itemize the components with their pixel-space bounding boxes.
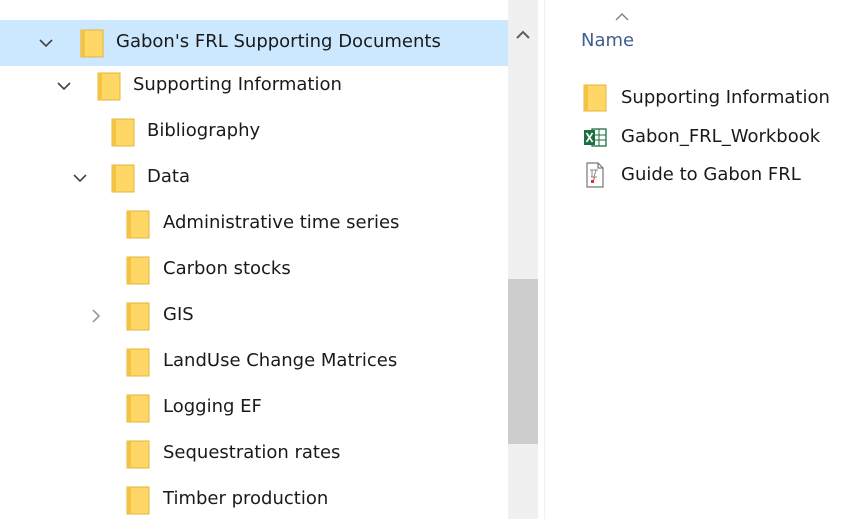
folder-icon xyxy=(111,118,135,147)
scroll-up-arrow-icon[interactable] xyxy=(508,20,538,50)
tree-item-carbon-stocks[interactable]: Carbon stocks xyxy=(0,247,508,293)
folder-icon xyxy=(97,72,121,101)
scrollbar-thumb[interactable] xyxy=(508,279,538,444)
tree-item-sequestration-rates[interactable]: Sequestration rates xyxy=(0,431,508,477)
tree-item-gis[interactable]: GIS xyxy=(0,293,508,339)
file-item-gabon-frl-workbook[interactable]: Gabon_FRL_Workbook xyxy=(545,117,861,157)
tree-item-gabons-frl-supporting-documents[interactable]: Gabon's FRL Supporting Documents xyxy=(0,20,508,66)
chevron-right-icon[interactable] xyxy=(86,306,106,326)
tree-item-administrative-time-series[interactable]: Administrative time series xyxy=(0,201,508,247)
tree-item-timber-production[interactable]: Timber production xyxy=(0,477,508,519)
sort-ascending-icon xyxy=(615,13,629,21)
tree-item-logging-ef[interactable]: Logging EF xyxy=(0,385,508,431)
column-header-name[interactable]: Name xyxy=(581,30,634,51)
folder-icon xyxy=(126,486,150,515)
file-item-supporting-information[interactable]: Supporting Information xyxy=(545,78,861,118)
chevron-down-icon[interactable] xyxy=(36,33,56,53)
folder-icon xyxy=(111,164,135,193)
file-item-label: Gabon_FRL_Workbook xyxy=(621,126,821,147)
tree-item-label: GIS xyxy=(163,304,194,325)
tree-item-label: Logging EF xyxy=(163,396,262,417)
folder-icon xyxy=(126,440,150,469)
folder-icon xyxy=(126,256,150,285)
chevron-down-icon[interactable] xyxy=(70,168,90,188)
folder-icon xyxy=(126,348,150,377)
tree-item-supporting-information[interactable]: Supporting Information xyxy=(0,63,508,109)
tree-item-label: Gabon's FRL Supporting Documents xyxy=(116,31,441,52)
tree-item-label: Bibliography xyxy=(147,120,261,141)
tree-item-label: Carbon stocks xyxy=(163,258,291,279)
file-item-label: Guide to Gabon FRL xyxy=(621,164,801,185)
excel-file-icon xyxy=(584,128,607,147)
chevron-down-icon[interactable] xyxy=(54,76,74,96)
tree-item-label: Data xyxy=(147,166,190,187)
folder-icon xyxy=(583,84,607,112)
tree-item-landuse-change-matrices[interactable]: LandUse Change Matrices xyxy=(0,339,508,385)
file-list-pane: Name Supporting Information Gabon_FRL_Wo… xyxy=(545,0,861,519)
tree-item-label: Supporting Information xyxy=(133,74,342,95)
file-item-label: Supporting Information xyxy=(621,87,830,108)
folder-icon xyxy=(80,29,104,58)
folder-icon xyxy=(126,394,150,423)
tree-item-label: Timber production xyxy=(163,488,329,509)
tree-item-bibliography[interactable]: Bibliography xyxy=(0,109,508,155)
pdf-file-icon xyxy=(586,162,604,188)
folder-icon xyxy=(126,210,150,239)
file-item-guide-to-gabon-frl[interactable]: Guide to Gabon FRL xyxy=(545,155,861,195)
tree-item-data[interactable]: Data xyxy=(0,155,508,201)
tree-item-label: LandUse Change Matrices xyxy=(163,350,398,371)
navigation-pane: Gabon's FRL Supporting Documents Support… xyxy=(0,0,508,519)
folder-icon xyxy=(126,302,150,331)
tree-item-label: Sequestration rates xyxy=(163,442,341,463)
tree-scrollbar[interactable] xyxy=(508,0,538,519)
tree-item-label: Administrative time series xyxy=(163,212,400,233)
